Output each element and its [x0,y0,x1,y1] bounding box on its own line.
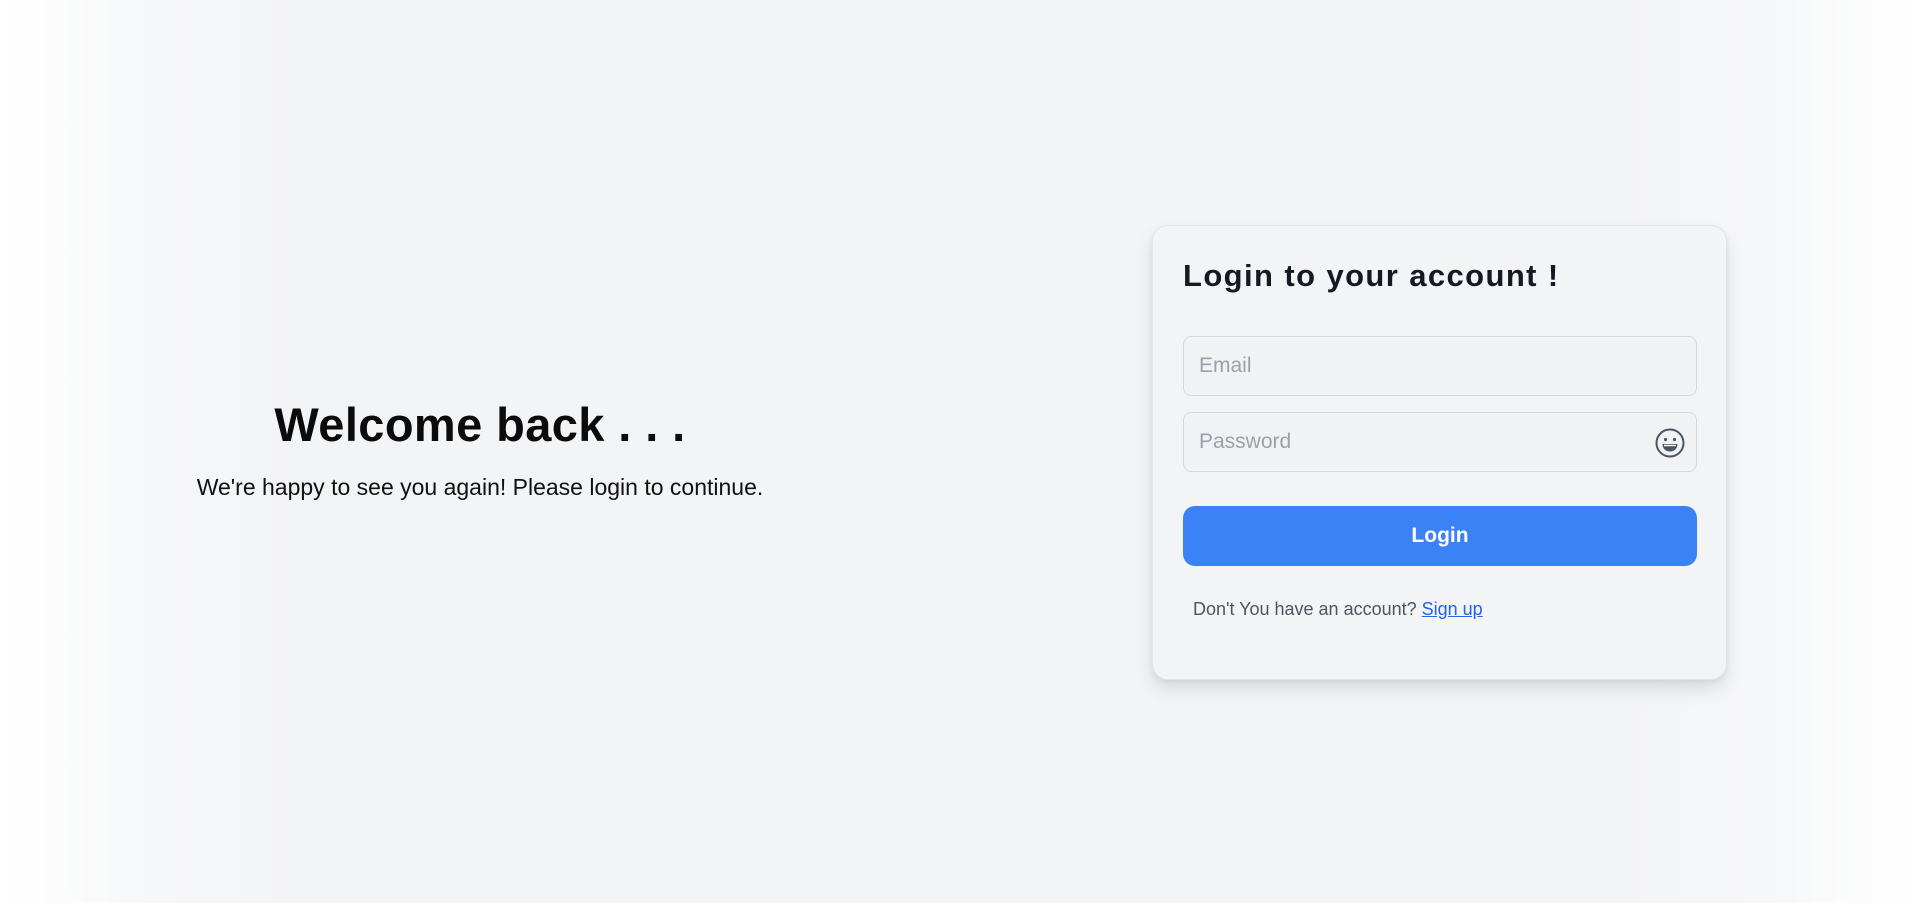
grinning-face-icon[interactable] [1654,427,1686,459]
password-field-wrapper [1183,412,1697,472]
password-input[interactable] [1184,413,1696,471]
signup-row: Don't You have an account? Sign up [1193,597,1483,621]
signup-prompt: Don't You have an account? [1193,599,1417,619]
email-input[interactable] [1184,337,1696,395]
login-button[interactable]: Login [1183,506,1697,566]
welcome-heading: Welcome back . . . [274,398,686,451]
login-card: Login to your account ! Login Don't You … [1152,225,1727,680]
welcome-subtext: We're happy to see you again! Please log… [196,474,764,500]
login-title: Login to your account ! [1183,258,1560,293]
signup-link[interactable]: Sign up [1422,599,1483,619]
welcome-section: Welcome back . . . We're happy to see yo… [120,395,840,501]
email-field-wrapper [1183,336,1697,396]
